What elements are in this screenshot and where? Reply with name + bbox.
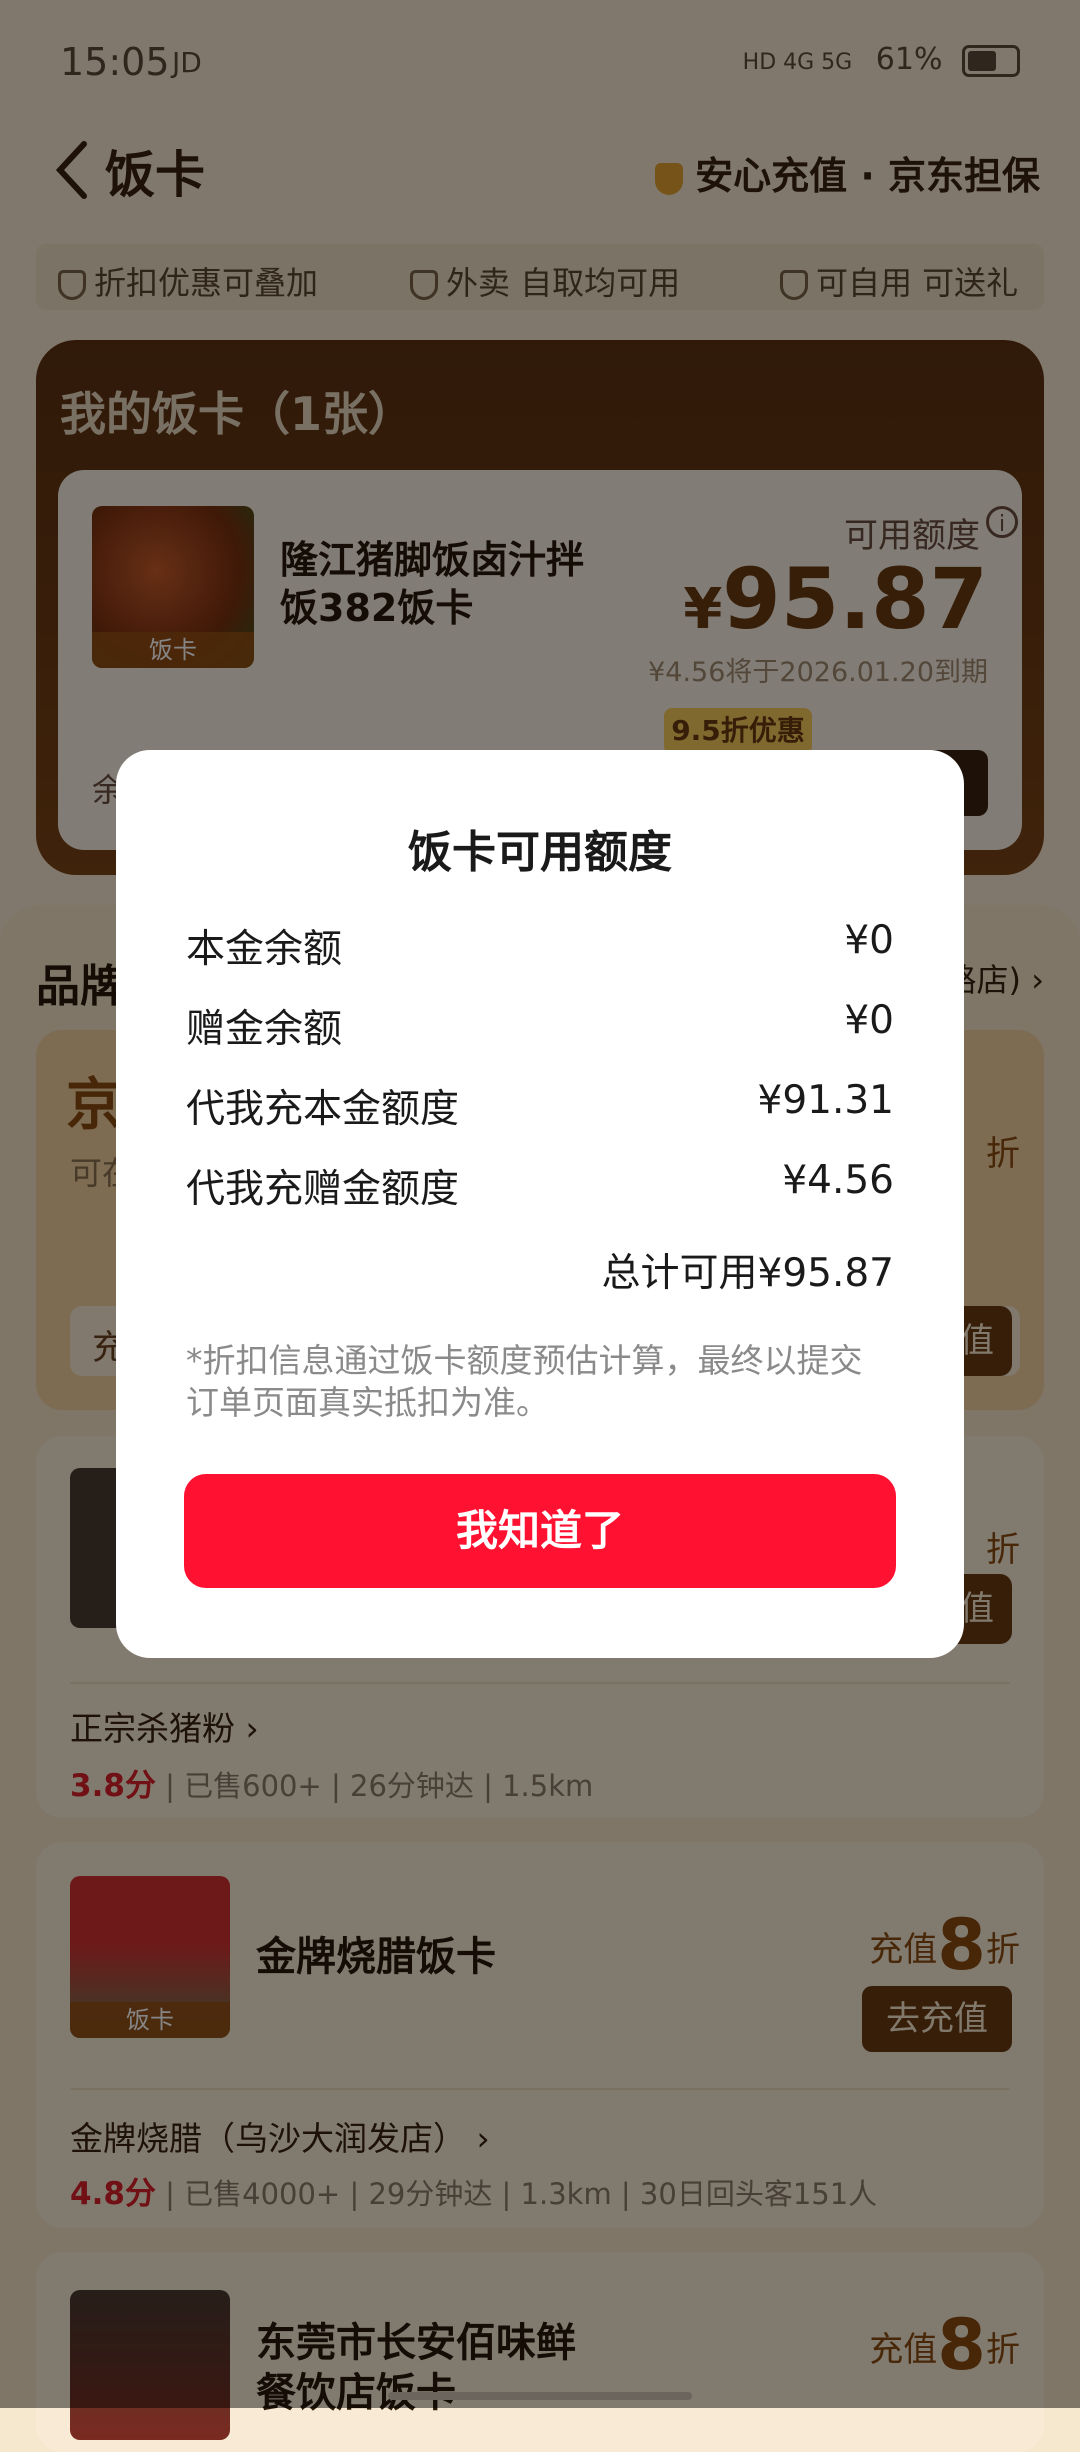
row-label: 代我充赠金额度: [186, 1167, 460, 1212]
row-value: ¥91.31: [757, 1078, 894, 1123]
row-value: ¥0: [844, 998, 894, 1043]
dialog-title: 饭卡可用额度: [408, 827, 672, 878]
row-label: 代我充本金额度: [186, 1087, 460, 1132]
dialog-row-bonus: 赠金余额 ¥0: [186, 998, 894, 1058]
row-value: ¥0: [844, 918, 894, 963]
row-label: 赠金余额: [186, 1007, 343, 1052]
dialog-note: *折扣信息通过饭卡额度预估计算，最终以提交订单页面真实抵扣为准。: [186, 1341, 863, 1422]
dialog-row-principal: 本金余额 ¥0: [186, 918, 894, 978]
row-value: ¥4.56: [782, 1158, 894, 1203]
confirm-button[interactable]: 我知道了: [184, 1474, 896, 1588]
dialog-row-proxy-principal: 代我充本金额度 ¥91.31: [186, 1078, 894, 1138]
dialog-row-proxy-bonus: 代我充赠金额度 ¥4.56: [186, 1158, 894, 1218]
dialog-total: 总计可用¥95.87: [601, 1251, 894, 1296]
row-label: 本金余额: [186, 927, 343, 972]
